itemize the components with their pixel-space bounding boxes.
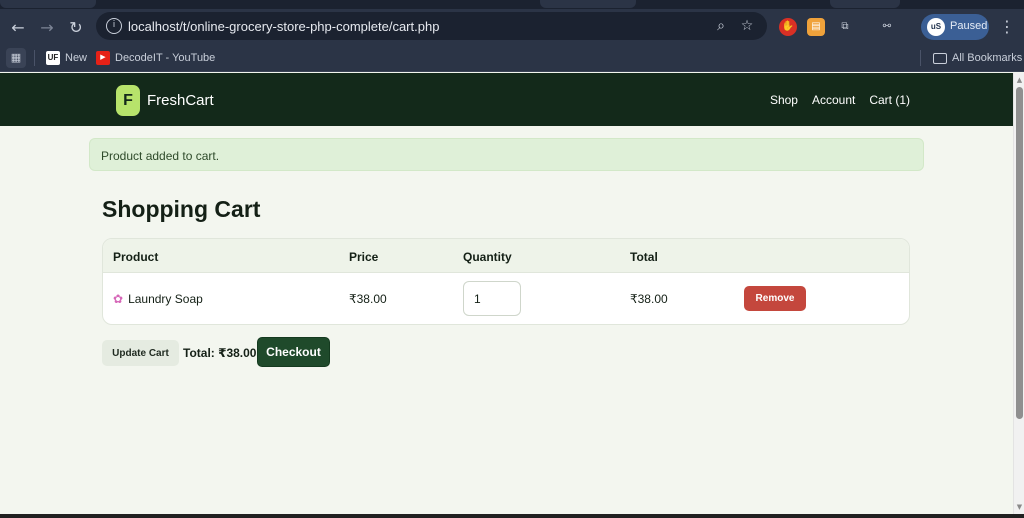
flash-message: Product added to cart. bbox=[89, 138, 924, 171]
scroll-up-arrow-icon[interactable]: ▲ bbox=[1016, 76, 1023, 84]
quantity-input[interactable] bbox=[463, 281, 521, 316]
extensions-puzzle-icon[interactable]: ⧉ bbox=[836, 18, 854, 36]
cart-table: Product Price Quantity Total ✿ Laundry S… bbox=[102, 238, 910, 325]
site-header: F FreshCart Shop Account Cart (1) bbox=[0, 73, 1013, 126]
site-nav: Shop Account Cart (1) bbox=[770, 93, 910, 107]
address-url[interactable]: localhost/t/online-grocery-store-php-com… bbox=[128, 19, 439, 34]
tab-strip bbox=[0, 0, 1024, 9]
bookmark-label: New bbox=[65, 52, 88, 64]
soap-icon: ✿ bbox=[113, 292, 124, 306]
tab[interactable] bbox=[0, 0, 96, 8]
remove-button[interactable]: Remove bbox=[744, 286, 806, 311]
bookmark-divider bbox=[34, 50, 35, 66]
column-header-price: Price bbox=[349, 250, 379, 264]
address-bar[interactable]: i localhost/t/online-grocery-store-php-c… bbox=[96, 12, 767, 40]
window-bottom-edge bbox=[0, 514, 1024, 518]
product-cell: ✿ Laundry Soap bbox=[113, 292, 203, 306]
checkout-button[interactable]: Checkout bbox=[257, 337, 330, 367]
bookmark-divider bbox=[920, 50, 921, 66]
bookmark-new[interactable]: UF New bbox=[46, 50, 87, 66]
bookmarks-bar: ▦ UF New ▶ DecodeIT - YouTube All Bookma… bbox=[0, 44, 1024, 72]
brand-name[interactable]: FreshCart bbox=[147, 92, 214, 109]
all-bookmarks-label: All Bookmarks bbox=[952, 52, 1023, 64]
logo-badge[interactable]: F bbox=[116, 85, 140, 116]
extension-red-icon[interactable]: ✋ bbox=[779, 18, 797, 36]
back-arrow-icon[interactable]: ← bbox=[6, 15, 30, 39]
column-header-product: Product bbox=[113, 250, 159, 264]
flash-text: Product added to cart. bbox=[101, 149, 220, 163]
profile-button[interactable]: uS Paused bbox=[921, 14, 989, 40]
cart-grand-total: Total: ₹38.00 bbox=[183, 346, 257, 360]
forward-arrow-icon[interactable]: → bbox=[35, 15, 59, 39]
uf-favicon-icon: UF bbox=[46, 51, 60, 65]
page-viewport: F FreshCart Shop Account Cart (1) Produc… bbox=[0, 73, 1013, 514]
price-cell: ₹38.00 bbox=[349, 292, 387, 306]
all-bookmarks-button[interactable]: All Bookmarks bbox=[933, 50, 1022, 66]
menu-kebab-icon[interactable]: ⋮ bbox=[998, 17, 1016, 37]
youtube-favicon-icon: ▶ bbox=[96, 51, 110, 65]
page-scrollbar[interactable]: ▲ ▼ bbox=[1013, 73, 1024, 514]
nav-shop[interactable]: Shop bbox=[770, 93, 798, 107]
apps-grid-icon[interactable]: ▦ bbox=[6, 48, 26, 68]
site-info-icon[interactable]: i bbox=[106, 18, 122, 34]
nav-cart[interactable]: Cart (1) bbox=[869, 93, 910, 107]
column-header-total: Total bbox=[630, 250, 658, 264]
tab[interactable] bbox=[540, 0, 636, 8]
page-title: Shopping Cart bbox=[102, 196, 261, 222]
folder-icon bbox=[933, 52, 947, 64]
table-header: Product Price Quantity Total bbox=[103, 239, 909, 273]
reload-icon[interactable]: ↻ bbox=[64, 15, 88, 39]
tab[interactable] bbox=[830, 0, 900, 8]
avatar: uS bbox=[927, 18, 945, 36]
column-header-quantity: Quantity bbox=[463, 250, 512, 264]
bookmark-star-icon[interactable]: ☆ bbox=[737, 16, 757, 36]
browser-toolbar: ← → ↻ i localhost/t/online-grocery-store… bbox=[0, 9, 1024, 44]
zoom-icon[interactable]: ⌕ bbox=[711, 16, 731, 36]
bookmark-label: DecodeIT - YouTube bbox=[115, 52, 216, 64]
product-name: Laundry Soap bbox=[128, 292, 203, 306]
nav-account[interactable]: Account bbox=[812, 93, 855, 107]
scroll-down-arrow-icon[interactable]: ▼ bbox=[1016, 503, 1023, 511]
profile-status: Paused bbox=[950, 20, 988, 32]
extension-orange-icon[interactable]: ▤ bbox=[807, 18, 825, 36]
row-total-cell: ₹38.00 bbox=[630, 292, 668, 306]
scroll-thumb[interactable] bbox=[1016, 87, 1023, 419]
update-cart-button[interactable]: Update Cart bbox=[102, 340, 179, 366]
bookmark-decodeit-youtube[interactable]: ▶ DecodeIT - YouTube bbox=[96, 50, 215, 66]
incognito-icon[interactable]: ⚯ bbox=[878, 18, 896, 36]
